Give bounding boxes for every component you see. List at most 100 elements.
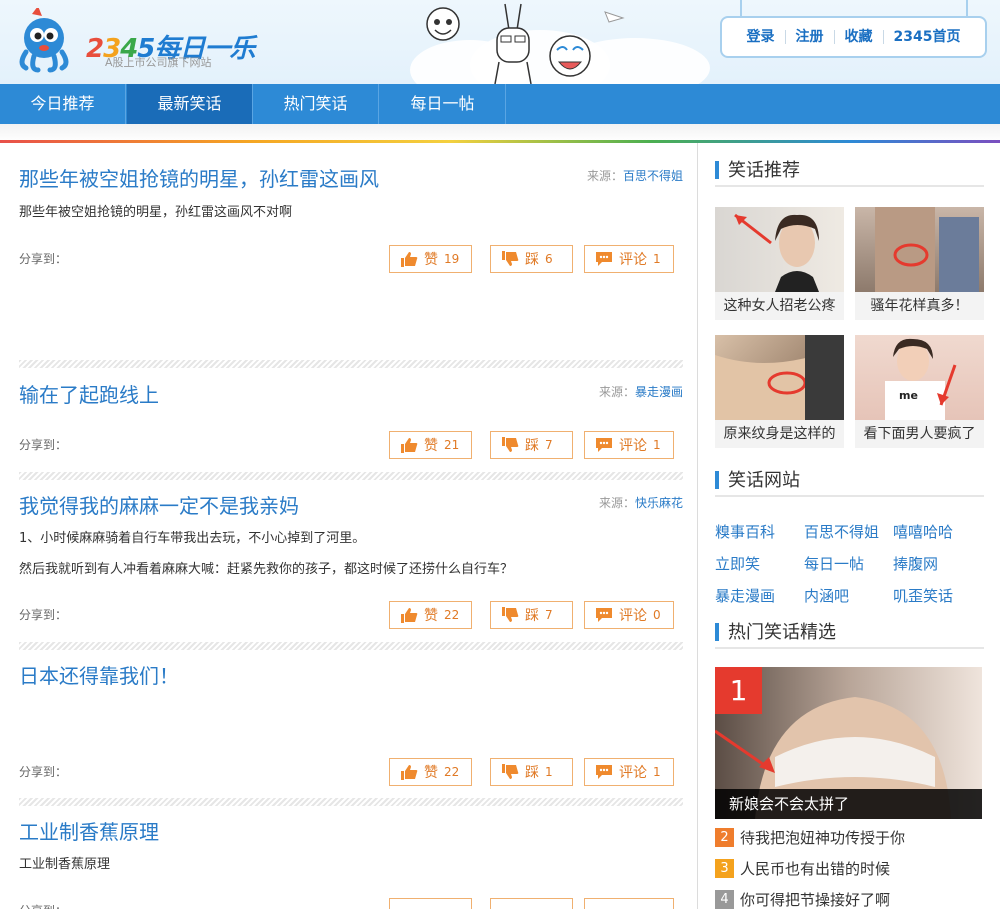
post-title[interactable]: 那些年被空姐抢镜的明星，孙红雷这画风 [19, 163, 379, 192]
joke-post: 日本还得靠我们！ 分享到： 赞 22 踩1 评论 1 [19, 660, 683, 795]
post-body: 1、小时候麻麻骑着自行车带我出去玩，不小心掉到了河里。 然后我就听到有人冲看着麻麻… [19, 531, 514, 577]
comment-button[interactable]: 评论 1 [584, 245, 674, 273]
comment-icon [596, 438, 612, 452]
comment-button[interactable]: 评论 0 [584, 601, 674, 629]
share-label: 分享到： [19, 902, 67, 909]
section-header: 笑话推荐 [715, 155, 984, 187]
joke-post: 我觉得我的麻麻一定不是我亲妈 来源：快乐麻花 1、小时候麻麻骑着自行车带我出去玩… [19, 490, 683, 640]
hot-rank-badge: 1 [715, 667, 762, 714]
hot-list-item[interactable]: 4 你可得把节操接好了啊 [715, 890, 890, 909]
thumbs-up-icon [401, 765, 418, 780]
source-link[interactable]: 快乐麻花 [635, 496, 683, 510]
like-button[interactable]: 赞 22 [389, 601, 472, 629]
post-title[interactable]: 工业制香蕉原理 [19, 816, 159, 845]
comment-icon [596, 608, 612, 622]
source-link[interactable]: 百思不得姐 [623, 169, 683, 183]
hot-list-item[interactable]: 3 人民币也有出错的时候 [715, 859, 890, 879]
share-label: 分享到： [19, 765, 68, 779]
section-title: 笑话推荐 [728, 160, 800, 181]
home-2345-link[interactable]: 2345首页 [882, 30, 971, 44]
logo-subtitle: A股上市公司旗下网站 [105, 56, 212, 69]
comment-icon [596, 252, 612, 266]
section-marker [715, 471, 719, 489]
share-label: 分享到： [19, 608, 68, 622]
user-links: 登录 注册 收藏 2345首页 [720, 16, 987, 58]
recommend-caption: 骚年花样真多！ [855, 292, 984, 320]
post-title[interactable]: 日本还得靠我们！ [19, 660, 179, 689]
nav-hot-jokes[interactable]: 热门笑话 [253, 84, 379, 124]
post-divider [19, 798, 683, 806]
thumbs-up-icon [401, 252, 418, 267]
section-marker [715, 623, 719, 641]
site-link[interactable]: 嘻嘻哈哈 [893, 521, 953, 542]
section-header: 笑话网站 [715, 465, 984, 497]
site-link[interactable]: 百思不得姐 [804, 521, 879, 542]
site-link[interactable]: 叽歪笑话 [893, 585, 953, 606]
dislike-button[interactable] [490, 898, 573, 909]
post-title[interactable]: 输在了起跑线上 [19, 379, 159, 408]
post-body: 工业制香蕉原理 [19, 857, 111, 872]
section-header: 热门笑话精选 [715, 617, 984, 649]
register-link[interactable]: 注册 [784, 30, 834, 44]
comment-button[interactable]: 评论 1 [584, 758, 674, 786]
octopus-mascot-icon [19, 8, 69, 73]
thumbs-down-icon [502, 437, 519, 452]
recommend-thumbnail [855, 207, 984, 292]
joke-post: 输在了起跑线上 来源：暴走漫画 分享到： 赞 21 踩7 评论 1 [19, 379, 683, 469]
site-link[interactable]: 暴走漫画 [715, 585, 775, 606]
hot-rank-badge: 3 [715, 859, 734, 878]
like-button[interactable]: 赞 19 [389, 245, 472, 273]
site-link[interactable]: 每日一帖 [804, 553, 864, 574]
site-link[interactable]: 捧腹网 [893, 553, 938, 574]
section-title: 热门笑话精选 [728, 622, 836, 643]
recommend-thumbnail [715, 335, 844, 420]
recommend-caption: 看下面男人要疯了 [855, 420, 984, 448]
comment-button[interactable] [584, 898, 674, 909]
login-link[interactable]: 登录 [737, 30, 785, 44]
site-logo[interactable]: 2345每日一乐 A股上市公司旗下网站 [12, 8, 262, 74]
hot-featured[interactable]: 1 新娘会不会太拼了 [715, 667, 982, 819]
thumbs-down-icon [502, 764, 519, 779]
post-source: 来源：暴走漫画 [598, 385, 683, 399]
thumbs-up-icon [401, 438, 418, 453]
main-nav: 今日推荐 最新笑话 热门笑话 每日一帖 [0, 84, 1000, 124]
recommend-item[interactable]: 骚年花样真多！ [855, 207, 984, 320]
site-link[interactable]: 内涵吧 [804, 585, 849, 606]
sidebar-recommend: 笑话推荐 这种女人招老公疼 骚年花样真多！ 原来纹身是这样的 me 看下面男人要… [715, 155, 984, 448]
dislike-button[interactable]: 踩1 [490, 758, 573, 786]
dislike-button[interactable]: 踩7 [490, 431, 573, 459]
section-marker [715, 161, 719, 179]
like-button[interactable] [389, 898, 472, 909]
thumbs-down-icon [502, 607, 519, 622]
site-link[interactable]: 立即笑 [715, 553, 760, 574]
sidebar-hot: 热门笑话精选 1 新娘会不会太拼了 2 待我把泡妞神功传授于你 3 人民币也有出错的… [715, 617, 984, 909]
share-label: 分享到： [19, 252, 68, 266]
comment-icon [596, 765, 612, 779]
nav-daily-post[interactable]: 每日一帖 [380, 84, 506, 124]
comment-button[interactable]: 评论 1 [584, 431, 674, 459]
source-link[interactable]: 暴走漫画 [635, 385, 683, 399]
post-body: 那些年被空姐抢镜的明星，孙红雷这画风不对啊 [19, 205, 293, 220]
post-title[interactable]: 我觉得我的麻麻一定不是我亲妈 [19, 490, 299, 519]
recommend-item[interactable]: me 看下面男人要疯了 [855, 335, 984, 448]
dislike-button[interactable]: 踩6 [490, 245, 573, 273]
section-title: 笑话网站 [728, 470, 800, 491]
post-source: 来源：百思不得姐 [586, 169, 683, 183]
hot-list-item[interactable]: 2 待我把泡妞神功传授于你 [715, 828, 905, 848]
recommend-item[interactable]: 这种女人招老公疼 [715, 207, 844, 320]
favorite-link[interactable]: 收藏 [833, 30, 883, 44]
recommend-item[interactable]: 原来纹身是这样的 [715, 335, 844, 448]
hot-featured-caption: 新娘会不会太拼了 [715, 789, 982, 819]
nav-latest-jokes[interactable]: 最新笑话 [127, 84, 253, 124]
post-divider [19, 472, 683, 480]
recommend-caption: 这种女人招老公疼 [715, 292, 844, 320]
thumbs-down-icon [502, 251, 519, 266]
nav-today-recommend[interactable]: 今日推荐 [0, 84, 126, 124]
dislike-button[interactable]: 踩7 [490, 601, 573, 629]
post-divider [19, 642, 683, 650]
joke-post: 工业制香蕉原理 工业制香蕉原理 分享到： [19, 816, 683, 909]
like-button[interactable]: 赞 22 [389, 758, 472, 786]
hot-rank-badge: 4 [715, 890, 734, 909]
site-link[interactable]: 糗事百科 [715, 521, 775, 542]
like-button[interactable]: 赞 21 [389, 431, 472, 459]
